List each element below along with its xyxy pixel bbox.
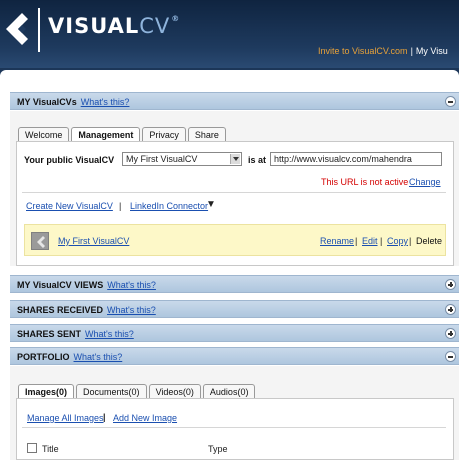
public-visualcv-label: Your public VisualCV bbox=[24, 155, 115, 165]
help-link[interactable]: What's this? bbox=[81, 97, 130, 107]
collapse-icon[interactable] bbox=[445, 351, 456, 362]
linkedin-connector-link[interactable]: LinkedIn Connector bbox=[130, 201, 208, 211]
links-separator: | bbox=[103, 412, 106, 422]
divider bbox=[22, 192, 446, 193]
public-url-field[interactable]: http://www.visualcv.com/mahendra bbox=[270, 152, 442, 166]
help-link[interactable]: What's this? bbox=[74, 352, 123, 362]
collapse-icon[interactable] bbox=[445, 96, 456, 107]
action-separator: | bbox=[409, 236, 412, 246]
images-box bbox=[16, 398, 454, 460]
add-image-link[interactable]: Add New Image bbox=[113, 413, 177, 423]
section-title: MY VisualCV VIEWS What's this? bbox=[17, 280, 156, 290]
delete-link[interactable]: Delete bbox=[416, 236, 442, 246]
rename-link[interactable]: Rename bbox=[320, 236, 354, 246]
is-at-label: is at bbox=[248, 155, 267, 165]
edit-link[interactable]: Edit bbox=[362, 236, 378, 246]
chevron-down-icon bbox=[230, 154, 240, 164]
public-visualcv-select[interactable]: My First VisualCV bbox=[122, 152, 242, 166]
section-title: MY VisualCVs What's this? bbox=[17, 97, 130, 107]
change-url-link[interactable]: Change bbox=[409, 177, 441, 187]
brand-logo-text[interactable]: VISUALCV® bbox=[48, 14, 180, 38]
section-portfolio[interactable]: PORTFOLIO What's this? bbox=[10, 347, 459, 365]
site-header: VISUALCV® Invite to VisualCV.com | My Visu bbox=[0, 0, 459, 68]
column-header-title[interactable]: Title bbox=[42, 444, 59, 454]
expand-icon[interactable] bbox=[445, 279, 456, 290]
section-visualcv-views[interactable]: MY VisualCV VIEWS What's this? bbox=[10, 275, 459, 293]
logo-divider bbox=[38, 8, 40, 52]
section-title: SHARES SENT What's this? bbox=[17, 329, 134, 339]
portfolio-tabs: Images(0) Documents(0) Videos(0) Audios(… bbox=[18, 384, 256, 398]
tab-documents[interactable]: Documents(0) bbox=[76, 384, 147, 398]
select-all-checkbox[interactable] bbox=[27, 443, 37, 453]
tab-videos[interactable]: Videos(0) bbox=[148, 384, 201, 398]
create-visualcv-link[interactable]: Create New VisualCV bbox=[26, 201, 113, 211]
visualcv-tabs: Welcome Management Privacy Share bbox=[18, 127, 226, 141]
section-title: PORTFOLIO What's this? bbox=[17, 352, 123, 362]
main-content: MY VisualCVs What's this? Welcome Managem… bbox=[0, 70, 459, 460]
tab-images[interactable]: Images(0) bbox=[18, 384, 75, 398]
links-separator: | bbox=[119, 201, 122, 211]
brand-main: VISUAL bbox=[48, 14, 140, 38]
column-header-type[interactable]: Type bbox=[208, 444, 228, 454]
help-link[interactable]: What's this? bbox=[107, 280, 156, 290]
help-link[interactable]: What's this? bbox=[85, 329, 134, 339]
top-links: Invite to VisualCV.com | My Visu bbox=[318, 46, 448, 56]
tab-welcome[interactable]: Welcome bbox=[18, 127, 70, 141]
visualcv-list-item: My First VisualCV Rename | Edit | Copy |… bbox=[24, 224, 446, 256]
section-shares-received[interactable]: SHARES RECEIVED What's this? bbox=[10, 300, 459, 318]
expand-icon[interactable] bbox=[445, 304, 456, 315]
visualcv-thumbnail-icon[interactable] bbox=[31, 232, 49, 250]
tab-share[interactable]: Share bbox=[187, 127, 226, 141]
invite-link[interactable]: Invite to VisualCV.com bbox=[318, 46, 408, 56]
section-my-visualcvs[interactable]: MY VisualCVs What's this? bbox=[10, 92, 459, 110]
action-separator: | bbox=[380, 236, 383, 246]
url-status-text: This URL is not active bbox=[321, 177, 409, 187]
visualcv-name-link[interactable]: My First VisualCV bbox=[58, 236, 129, 246]
action-separator: | bbox=[355, 236, 358, 246]
copy-link[interactable]: Copy bbox=[387, 236, 408, 246]
my-visualcv-link[interactable]: My Visu bbox=[416, 46, 448, 56]
manage-images-link[interactable]: Manage All Images bbox=[27, 413, 104, 423]
tab-privacy[interactable]: Privacy bbox=[142, 127, 186, 141]
select-value: My First VisualCV bbox=[126, 154, 198, 164]
brand-cv: CV bbox=[139, 14, 171, 38]
section-title: SHARES RECEIVED What's this? bbox=[17, 305, 156, 315]
expand-icon[interactable] bbox=[445, 328, 456, 339]
top-links-separator: | bbox=[410, 46, 413, 56]
section-shares-sent[interactable]: SHARES SENT What's this? bbox=[10, 324, 459, 342]
tab-management[interactable]: Management bbox=[71, 127, 141, 141]
divider bbox=[22, 427, 446, 428]
help-link[interactable]: What's this? bbox=[107, 305, 156, 315]
visualcv-logo-icon[interactable] bbox=[2, 11, 34, 47]
brand-reg: ® bbox=[171, 14, 181, 23]
dropdown-arrow-icon[interactable]: ▼ bbox=[206, 199, 216, 210]
tab-audios[interactable]: Audios(0) bbox=[202, 384, 256, 398]
